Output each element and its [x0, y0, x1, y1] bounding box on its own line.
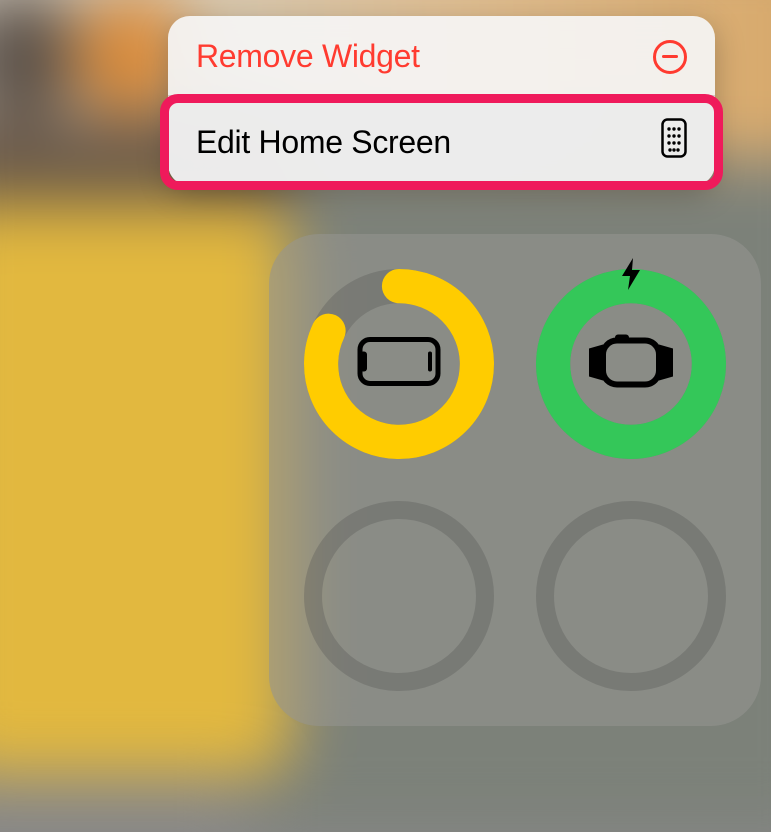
battery-ring-empty	[536, 501, 726, 691]
apps-grid-icon	[661, 118, 687, 166]
battery-ring-empty	[304, 501, 494, 691]
battery-empty-2	[529, 494, 733, 698]
edit-home-screen-menu-item[interactable]: Edit Home Screen	[168, 96, 715, 186]
battery-applewatch	[529, 262, 733, 466]
iphone-icon	[374, 320, 424, 409]
battery-iphone	[297, 262, 501, 466]
context-menu: Remove Widget Edit Home Screen	[168, 16, 715, 186]
minus-circle-icon	[653, 40, 687, 74]
batteries-widget[interactable]	[269, 234, 761, 726]
battery-ring-iphone	[304, 269, 494, 459]
charging-bolt-icon	[618, 256, 644, 297]
remove-widget-menu-item[interactable]: Remove Widget	[168, 16, 715, 95]
battery-empty-1	[297, 494, 501, 698]
edit-home-screen-label: Edit Home Screen	[196, 124, 451, 161]
applewatch-icon	[600, 316, 662, 413]
battery-ring-applewatch	[536, 269, 726, 459]
remove-widget-label: Remove Widget	[196, 38, 420, 75]
